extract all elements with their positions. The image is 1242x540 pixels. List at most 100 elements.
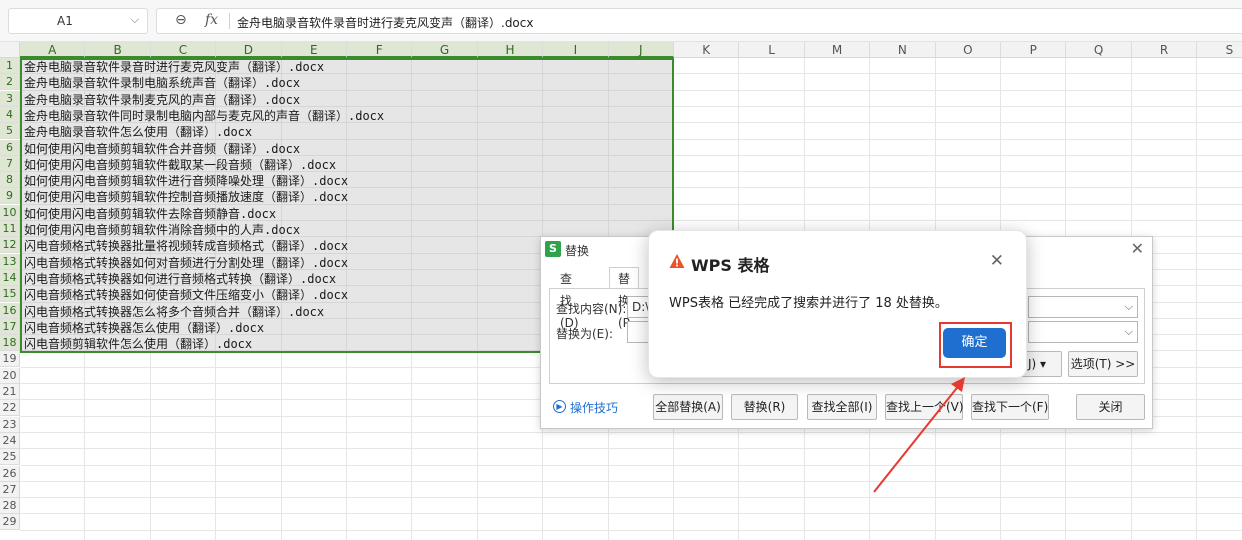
row-header-25[interactable]: 25: [0, 449, 20, 466]
row-header-14[interactable]: 14: [0, 269, 20, 286]
column-header-s[interactable]: S: [1197, 42, 1242, 58]
play-icon[interactable]: ▶: [553, 400, 566, 413]
cell-a12[interactable]: 闪电音频格式转换器批量将视频转成音频格式（翻译）.docx: [24, 238, 348, 254]
row-header-10[interactable]: 10: [0, 204, 20, 221]
tab-replace[interactable]: 替换(P: [609, 267, 640, 330]
find-dropdown[interactable]: ⌵: [1028, 296, 1138, 318]
column-header-b[interactable]: B: [85, 42, 151, 58]
column-header-q[interactable]: Q: [1066, 42, 1132, 58]
message-text: WPS表格 已经完成了搜索并进行了 18 处替换。: [669, 296, 948, 311]
column-header-h[interactable]: H: [477, 42, 544, 58]
select-all-corner[interactable]: [0, 42, 20, 58]
row-header-1[interactable]: 1: [0, 58, 20, 74]
tips-link[interactable]: 操作技巧: [570, 399, 618, 416]
column-header-g[interactable]: G: [412, 42, 478, 58]
replace-all-button[interactable]: 全部替换(A): [653, 394, 723, 420]
cell-a17[interactable]: 闪电音频格式转换器怎么使用（翻译）.docx: [24, 320, 264, 336]
find-previous-button[interactable]: 查找上一个(V): [885, 394, 964, 420]
replace-dropdown[interactable]: ⌵: [1028, 321, 1138, 343]
cell-a9[interactable]: 如何使用闪电音频剪辑软件控制音频播放速度（翻译）.docx: [24, 189, 348, 205]
gridline: [20, 497, 1242, 499]
gridline: [20, 513, 1242, 515]
warning-icon: [669, 254, 685, 268]
row-header-4[interactable]: 4: [0, 106, 20, 123]
row-header-27[interactable]: 27: [0, 481, 20, 498]
cell-a8[interactable]: 如何使用闪电音频剪辑软件进行音频降噪处理（翻译）.docx: [24, 173, 348, 189]
row-header-23[interactable]: 23: [0, 416, 20, 433]
cell-a14[interactable]: 闪电音频格式转换器如何进行音频格式转换（翻译）.docx: [24, 271, 336, 287]
replace-button[interactable]: 替换(R): [731, 394, 798, 420]
column-header-j[interactable]: J: [608, 42, 674, 58]
formula-content[interactable]: 金舟电脑录音软件录音时进行麦克风变声（翻译）.docx: [237, 14, 533, 31]
cell-a16[interactable]: 闪电音频格式转换器怎么将多个音频合并（翻译）.docx: [24, 304, 324, 320]
row-header-16[interactable]: 16: [0, 302, 20, 319]
row-header-19[interactable]: 19: [0, 351, 20, 368]
zoom-icon[interactable]: ⊖: [175, 12, 187, 28]
cell-a7[interactable]: 如何使用闪电音频剪辑软件截取某一段音频（翻译）.docx: [24, 157, 336, 173]
row-header-8[interactable]: 8: [0, 172, 20, 189]
column-header-i[interactable]: I: [543, 42, 609, 58]
row-header-24[interactable]: 24: [0, 432, 20, 449]
chevron-down-icon[interactable]: ⌵: [131, 13, 139, 27]
row-header-13[interactable]: 13: [0, 253, 20, 270]
column-header-o[interactable]: O: [935, 42, 1001, 58]
row-header-11[interactable]: 11: [0, 221, 20, 237]
column-header-e[interactable]: E: [281, 42, 347, 58]
cell-a10[interactable]: 如何使用闪电音频剪辑软件去除音频静音.docx: [24, 206, 276, 222]
cell-reference: A1: [57, 14, 73, 28]
ok-button[interactable]: 确定: [943, 328, 1006, 358]
row-header-3[interactable]: 3: [0, 90, 20, 107]
cell-a2[interactable]: 金舟电脑录音软件录制电脑系统声音（翻译）.docx: [24, 75, 300, 91]
app-logo-icon: S: [545, 241, 561, 257]
column-header-n[interactable]: N: [870, 42, 936, 58]
gridline: [20, 464, 1242, 466]
row-header-5[interactable]: 5: [0, 123, 20, 140]
find-next-button[interactable]: 查找下一个(F): [971, 394, 1049, 420]
column-header-k[interactable]: K: [674, 42, 740, 58]
column-header-r[interactable]: R: [1131, 42, 1198, 58]
row-header-26[interactable]: 26: [0, 465, 20, 482]
cell-a1[interactable]: 金舟电脑录音软件录音时进行麦克风变声（翻译）.docx: [24, 59, 324, 75]
cell-a15[interactable]: 闪电音频格式转换器如何使音频文件压缩变小（翻译）.docx: [24, 287, 348, 303]
function-icon[interactable]: fx: [205, 12, 218, 28]
column-header-a[interactable]: A: [20, 42, 86, 58]
close-icon[interactable]: ✕: [990, 251, 1004, 271]
cell-a13[interactable]: 闪电音频格式转换器如何对音频进行分割处理（翻译）.docx: [24, 255, 348, 271]
row-headers: 1 2 3 4 5 6 7 8 9 10 11 12 13 14 15 16 17 18 19 20 21 22 23 24 2…: [0, 58, 20, 540]
row-header-15[interactable]: 15: [0, 286, 20, 303]
row-header-2[interactable]: 2: [0, 74, 20, 91]
row-header-29[interactable]: 29: [0, 514, 20, 531]
close-icon[interactable]: ✕: [1131, 239, 1144, 258]
tab-find[interactable]: 查找(D): [551, 267, 588, 330]
find-all-button[interactable]: 查找全部(I): [807, 394, 877, 420]
row-header-22[interactable]: 22: [0, 400, 20, 417]
column-header-m[interactable]: M: [804, 42, 871, 58]
column-header-l[interactable]: L: [739, 42, 805, 58]
message-title: WPS 表格: [691, 256, 770, 275]
close-button[interactable]: 关闭: [1076, 394, 1145, 420]
row-header-17[interactable]: 17: [0, 318, 20, 335]
row-header-12[interactable]: 12: [0, 237, 20, 254]
cell-a4[interactable]: 金舟电脑录音软件同时录制电脑内部与麦克风的声音（翻译）.docx: [24, 108, 384, 124]
row-header-6[interactable]: 6: [0, 139, 20, 156]
row-header-7[interactable]: 7: [0, 155, 20, 172]
options-button[interactable]: 选项(T) >>: [1068, 351, 1138, 377]
cell-a3[interactable]: 金舟电脑录音软件录制麦克风的声音（翻译）.docx: [24, 92, 300, 108]
row-header-21[interactable]: 21: [0, 384, 20, 400]
cell-a18[interactable]: 闪电音频剪辑软件怎么使用（翻译）.docx: [24, 336, 252, 352]
replace-label: 替换为(E):: [556, 327, 613, 341]
cell-a11[interactable]: 如何使用闪电音频剪辑软件消除音频中的人声.docx: [24, 222, 300, 238]
row-header-28[interactable]: 28: [0, 498, 20, 515]
column-header-f[interactable]: F: [347, 42, 413, 58]
row-header-18[interactable]: 18: [0, 335, 20, 352]
column-header-d[interactable]: D: [216, 42, 282, 58]
formula-input[interactable]: ⊖ fx 金舟电脑录音软件录音时进行麦克风变声（翻译）.docx: [156, 8, 1242, 34]
column-header-c[interactable]: C: [150, 42, 217, 58]
cell-a6[interactable]: 如何使用闪电音频剪辑软件合并音频（翻译）.docx: [24, 141, 300, 157]
row-header-9[interactable]: 9: [0, 188, 20, 205]
cell-a5[interactable]: 金舟电脑录音软件怎么使用（翻译）.docx: [24, 124, 252, 140]
column-headers: ABCDEFGHIJKLMNOPQRS: [20, 42, 1242, 58]
row-header-20[interactable]: 20: [0, 367, 20, 384]
column-header-p[interactable]: P: [1001, 42, 1067, 58]
name-box[interactable]: A1 ⌵: [8, 8, 148, 34]
